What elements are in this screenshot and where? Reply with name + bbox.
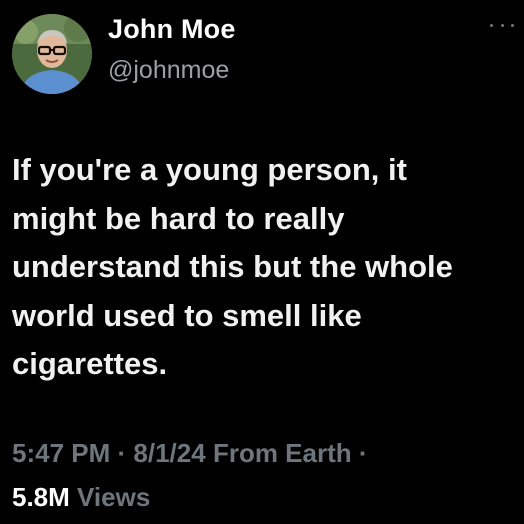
tweet-card: John Moe @johnmoe If you're a young pers… <box>0 0 524 524</box>
avatar[interactable] <box>12 14 92 94</box>
meta-separator-trailing: · <box>358 438 368 468</box>
views-stat[interactable]: 5.8M Views <box>12 482 150 513</box>
tweet-time[interactable]: 5:47 PM <box>12 438 110 468</box>
author-display-name[interactable]: John Moe <box>108 14 236 45</box>
tweet-location: From Earth <box>212 438 352 468</box>
views-label: Views <box>77 482 151 512</box>
more-options-icon[interactable] <box>490 20 514 30</box>
dot <box>490 23 493 27</box>
meta-separator: · <box>117 438 127 468</box>
dot <box>511 23 514 27</box>
user-avatar-icon <box>12 14 92 94</box>
author-handle[interactable]: @johnmoe <box>108 56 229 85</box>
tweet-date[interactable]: 8/1/24 <box>133 438 205 468</box>
views-count: 5.8M <box>12 482 70 512</box>
tweet-meta: 5:47 PM · 8/1/24 From Earth · <box>12 438 368 469</box>
tweet-text: If you're a young person, it might be ha… <box>12 152 453 381</box>
dot <box>500 23 504 27</box>
